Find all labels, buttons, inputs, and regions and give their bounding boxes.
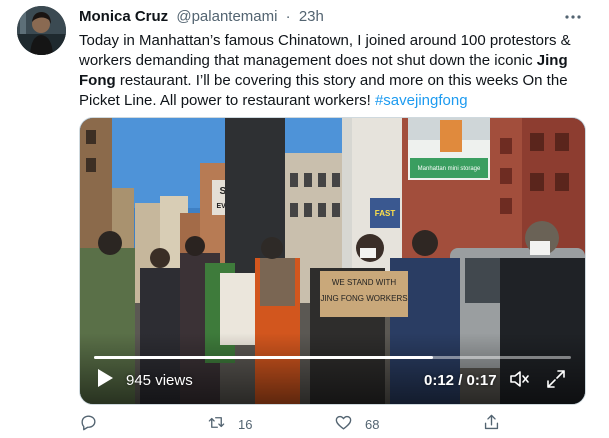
video-player[interactable]: STOP EVICTION FAST Manhattan <box>79 117 586 405</box>
held-sign-text-1: WE STAND WITH <box>332 278 397 287</box>
held-sign-text-2: JING FONG WORKERS <box>320 294 407 303</box>
share-button[interactable] <box>482 413 501 435</box>
video-view-count: 945 views <box>126 372 193 389</box>
retweet-count: 16 <box>238 416 253 432</box>
like-icon <box>334 413 353 435</box>
like-count: 68 <box>365 416 380 432</box>
volume-icon[interactable] <box>508 368 530 390</box>
tweet-text: Today in Manhattan’s famous Chinatown, I… <box>79 31 594 111</box>
like-button[interactable]: 68 <box>334 413 379 435</box>
tweet-text-part-2: restaurant. I’ll be covering this story … <box>79 72 568 109</box>
retweet-icon <box>207 413 226 435</box>
reply-button[interactable] <box>79 413 110 435</box>
tweet[interactable]: Monica Cruz @palantemami · 23h Today in … <box>0 0 609 438</box>
play-icon[interactable] <box>96 368 114 388</box>
fullscreen-icon[interactable] <box>546 369 566 389</box>
reply-icon <box>79 413 98 435</box>
tweet-actions: 16 68 <box>79 413 594 437</box>
avatar[interactable] <box>17 6 66 55</box>
hashtag-link[interactable]: #savejingfong <box>375 92 468 109</box>
author-name[interactable]: Monica Cruz <box>79 8 168 25</box>
share-icon <box>482 413 501 435</box>
tweet-header: Monica Cruz @palantemami · 23h <box>79 8 324 28</box>
video-progress-fill <box>94 356 433 359</box>
header-separator: · <box>285 8 291 25</box>
more-options-icon[interactable] <box>562 6 584 28</box>
video-timecode: 0:12 / 0:17 <box>424 372 497 389</box>
video-progress-bar[interactable] <box>94 356 571 359</box>
store-sign-text: Manhattan mini storage <box>418 166 481 172</box>
truck-sign-text: FAST <box>375 209 396 218</box>
video-frame: STOP EVICTION FAST Manhattan <box>80 118 585 404</box>
tweet-text-part-1: Today in Manhattan’s famous Chinatown, I… <box>79 32 571 69</box>
retweet-button[interactable]: 16 <box>207 413 252 435</box>
tweet-time[interactable]: 23h <box>299 8 324 25</box>
author-handle[interactable]: @palantemami <box>176 8 277 25</box>
